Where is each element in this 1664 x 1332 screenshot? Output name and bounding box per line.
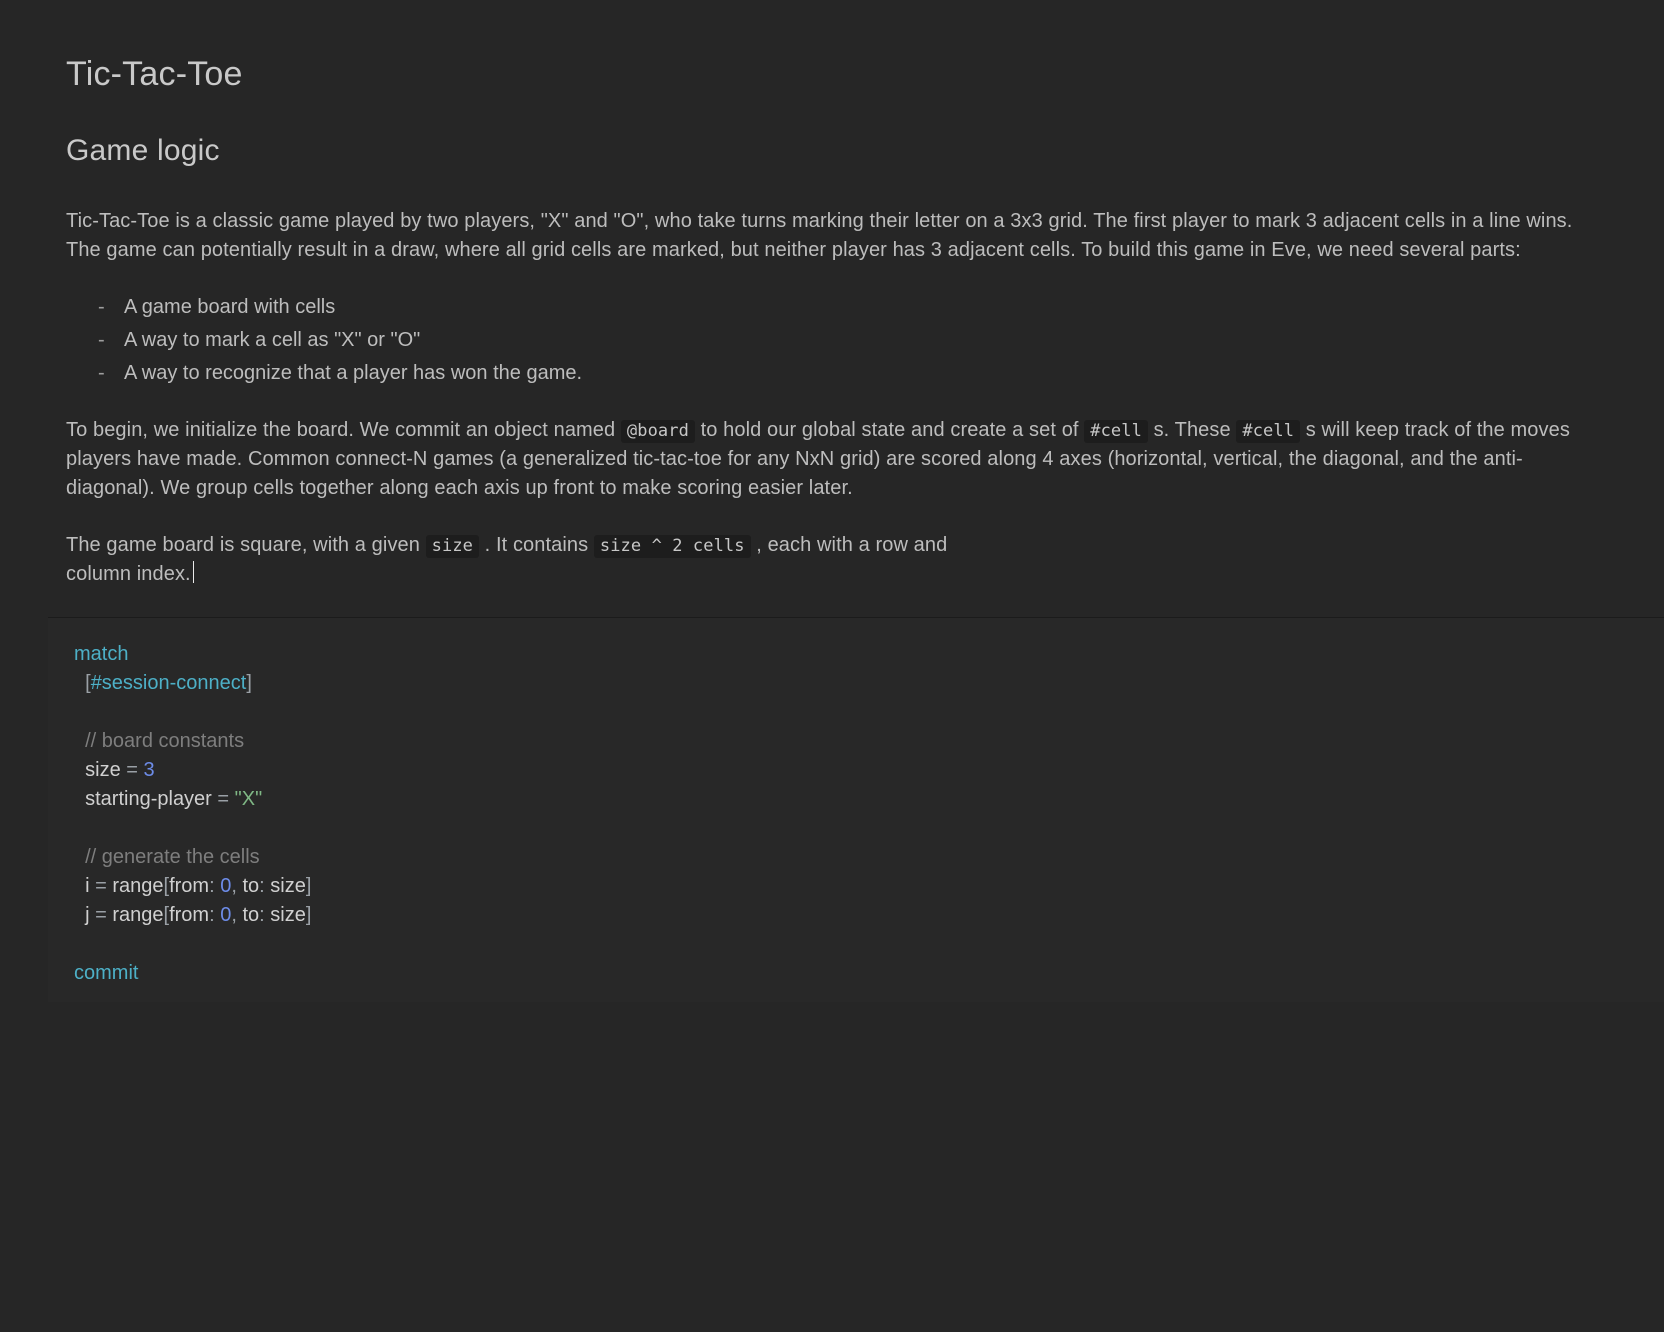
inline-code-cell: #cell (1236, 420, 1300, 443)
code-operator: = (95, 904, 107, 926)
code-identifier: size (270, 904, 306, 926)
code-bracket: ] (246, 672, 252, 694)
code-string: "X" (229, 788, 262, 810)
code-identifier: size (85, 759, 126, 781)
code-label: to (242, 904, 259, 926)
code-operator: = (217, 788, 229, 810)
code-identifier: starting-player (85, 788, 217, 810)
code-punct: : (209, 875, 220, 897)
code-label: from (169, 875, 209, 897)
code-operator: = (95, 875, 107, 897)
code-identifier: j (85, 904, 95, 926)
code-block[interactable]: match [#session-connect] // board consta… (48, 617, 1664, 1002)
paragraph-board: The game board is square, with a given s… (66, 531, 1006, 589)
code-tag-session: #session-connect (91, 672, 247, 694)
text-run: To begin, we initialize the board. We co… (66, 419, 621, 441)
list-item: A way to mark a cell as "X" or "O" (98, 326, 1598, 355)
code-bracket: ] (306, 904, 312, 926)
code-operator: = (126, 759, 138, 781)
code-punct: , (231, 904, 242, 926)
code-punct: : (259, 904, 270, 926)
text-cursor-icon (193, 561, 194, 583)
code-punct: : (259, 875, 270, 897)
code-identifier: i (85, 875, 95, 897)
code-comment: // board constants (85, 730, 244, 752)
document-page: Tic-Tac-Toe Game logic Tic-Tac-Toe is a … (0, 0, 1664, 1042)
inline-code-cell: #cell (1084, 420, 1148, 443)
code-punct: : (209, 904, 220, 926)
inline-code-board: @board (621, 420, 695, 443)
code-comment: // generate the cells (85, 846, 260, 868)
text-run: . It contains (479, 534, 594, 556)
code-bracket: ] (306, 875, 312, 897)
code-number: 3 (138, 759, 155, 781)
text-run: to hold our global state and create a se… (695, 419, 1084, 441)
code-number: 0 (220, 904, 231, 926)
page-title: Tic-Tac-Toe (66, 50, 1598, 99)
text-run: s. These (1148, 419, 1236, 441)
code-label: from (169, 904, 209, 926)
section-heading: Game logic (66, 129, 1598, 173)
paragraph-intro: Tic-Tac-Toe is a classic game played by … (66, 207, 1598, 265)
requirements-list: A game board with cells A way to mark a … (66, 293, 1598, 388)
list-item: A game board with cells (98, 293, 1598, 322)
code-identifier: range (107, 904, 164, 926)
code-label: to (242, 875, 259, 897)
list-item: A way to recognize that a player has won… (98, 359, 1598, 388)
text-run: The game board is square, with a given (66, 534, 426, 556)
code-keyword-match: match (74, 643, 128, 665)
inline-code-size: size (426, 535, 479, 558)
code-identifier: range (107, 875, 164, 897)
code-number: 0 (220, 875, 231, 897)
code-keyword-commit: commit (74, 962, 138, 984)
paragraph-init: To begin, we initialize the board. We co… (66, 416, 1598, 503)
code-identifier: size (270, 875, 306, 897)
code-punct: , (231, 875, 242, 897)
inline-code-expr: size ^ 2 cells (594, 535, 751, 558)
